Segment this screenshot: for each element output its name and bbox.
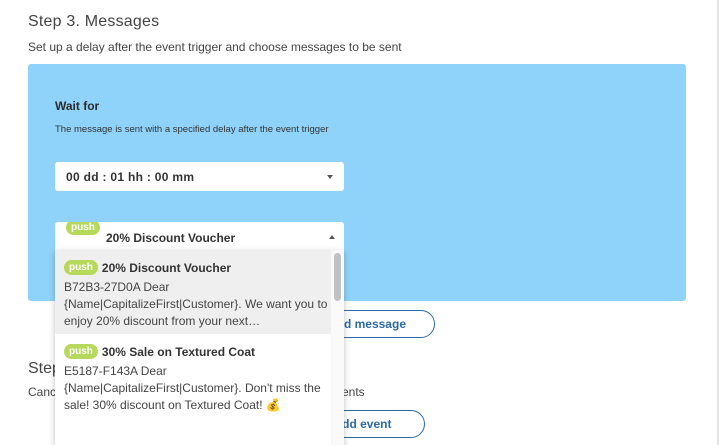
delay-select[interactable]: 00 dd : 01 hh : 00 mm	[55, 162, 344, 191]
message-option[interactable]: push 20% Discount Voucher B72B3-27D0A Dea…	[55, 250, 333, 334]
chevron-down-icon	[327, 175, 333, 179]
option-body: B72B3-27D0A Dear {Name|CapitalizeFirst|C…	[64, 280, 328, 328]
step4-subtitle-end: ents	[342, 385, 365, 399]
wait-description: The message is sent with a specified del…	[55, 124, 329, 135]
message-option[interactable]: push 30% Sale on Textured Coat E5187-F143…	[55, 334, 333, 445]
step3-subtitle: Set up a delay after the event trigger a…	[28, 40, 402, 54]
message-select[interactable]: push 20% Discount Voucher	[55, 222, 344, 250]
message-dropdown-list: push 20% Discount Voucher B72B3-27D0A Dea…	[55, 250, 344, 445]
wait-title: Wait for	[55, 99, 100, 113]
push-badge: push	[64, 260, 98, 276]
step4-subtitle-start: Canc	[28, 385, 57, 399]
option-body: E5187-F143A Dear {Name|CapitalizeFirst|C…	[64, 364, 321, 412]
selected-message-title: 20% Discount Voucher	[106, 231, 236, 245]
chevron-up-icon	[329, 235, 335, 239]
option-title: 20% Discount Voucher	[101, 260, 232, 275]
push-badge: push	[66, 222, 100, 235]
dropdown-scrollbar-thumb[interactable]	[334, 253, 341, 301]
option-title: 30% Sale on Textured Coat	[101, 344, 256, 359]
delay-value: 00 dd : 01 hh : 00 mm	[66, 170, 195, 184]
step3-title: Step 3. Messages	[28, 13, 160, 30]
push-badge: push	[64, 344, 98, 360]
